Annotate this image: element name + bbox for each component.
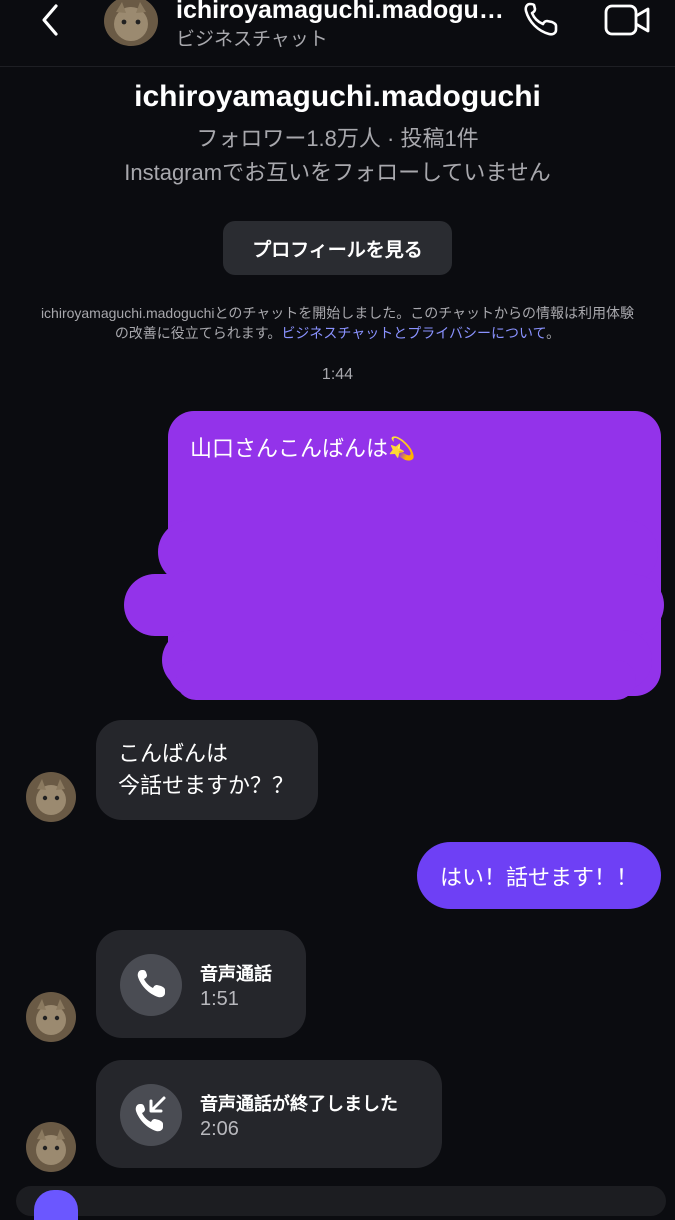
sparkle-emoji: 💫 — [388, 436, 416, 461]
notice-line-1: ichiroyamaguchi.madoguchiとのチャットを開始しました。こ… — [40, 305, 635, 321]
profile-stats: フォロワー1.8万人 · 投稿1件 — [196, 126, 479, 151]
video-call-button[interactable] — [600, 0, 656, 40]
chat-header: ichiroyamaguchi.madoguchi ビジネスチャット — [0, 0, 675, 67]
redaction-scribble — [124, 574, 664, 636]
call-icon-button[interactable] — [120, 1084, 182, 1146]
phone-icon — [137, 970, 165, 998]
view-profile-button[interactable]: プロフィールを見る — [223, 221, 452, 275]
avatar[interactable] — [26, 1122, 76, 1172]
chat-start-notice: ichiroyamaguchi.madoguchiとのチャットを開始しました。こ… — [12, 303, 663, 343]
outgoing-message[interactable]: はい！話せます！！ — [417, 842, 661, 909]
voice-call-message[interactable]: 音声通話 1:51 — [96, 930, 306, 1038]
message-composer[interactable] — [16, 1186, 666, 1216]
camera-button[interactable] — [34, 1190, 78, 1220]
avatar[interactable] — [104, 0, 158, 46]
call-ended-message[interactable]: 音声通話が終了しました 2:06 — [96, 1060, 442, 1168]
chevron-left-icon — [42, 4, 58, 36]
phone-incoming-icon — [135, 1096, 166, 1132]
privacy-link[interactable]: ビジネスチャットとプライバシーについて — [281, 325, 546, 341]
notice-text-end: 。 — [546, 325, 561, 341]
call-icon-button[interactable] — [120, 954, 182, 1016]
call-title: 音声通話が終了しました — [200, 1094, 398, 1114]
back-button[interactable] — [30, 2, 80, 42]
call-title: 音声通話 — [200, 964, 272, 984]
video-camera-icon — [604, 4, 650, 36]
notice-text: の改善に役立てられます。 — [114, 325, 282, 341]
incoming-message[interactable]: こんばんは 今話せますか？？ — [96, 720, 318, 820]
phone-icon — [524, 2, 558, 36]
follow-status: Instagramでお互いをフォローしていません — [124, 160, 551, 185]
message-text: 山口さんこんばんは💫 — [190, 436, 416, 461]
profile-name: ichiroyamaguchi.madoguchi — [134, 80, 541, 113]
message-text: こんばんは 今話せますか？？ — [118, 741, 295, 798]
avatar[interactable] — [26, 992, 76, 1042]
message-timestamp: 1:44 — [321, 366, 354, 383]
redaction-scribble — [176, 660, 636, 700]
chat-username[interactable]: ichiroyamaguchi.madoguchi — [176, 0, 506, 25]
call-duration: 2:06 — [200, 1118, 239, 1140]
notice-line-2: の改善に役立てられます。ビジネスチャットとプライバシーについて。 — [12, 323, 663, 343]
voice-call-button[interactable] — [518, 0, 568, 40]
avatar[interactable] — [26, 772, 76, 822]
call-duration: 1:51 — [200, 988, 239, 1010]
chat-subtitle: ビジネスチャット — [176, 29, 328, 50]
